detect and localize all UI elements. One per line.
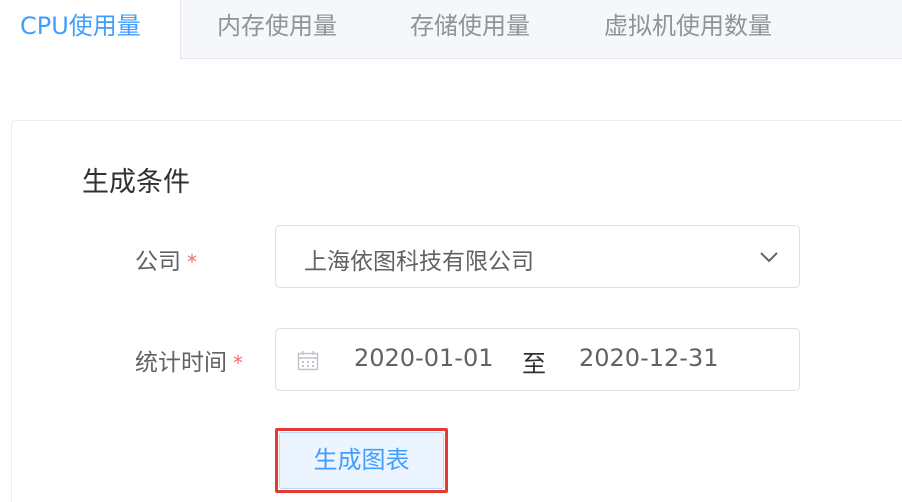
company-select[interactable]: 上海依图科技有限公司	[275, 225, 800, 288]
tab-memory-usage[interactable]: 内存使用量	[217, 0, 337, 59]
tab-cpu-usage[interactable]: CPU使用量	[0, 0, 181, 60]
generate-chart-button[interactable]: 生成图表	[279, 432, 444, 489]
required-mark: *	[233, 351, 243, 375]
company-label: 公司 *	[135, 242, 197, 276]
company-select-value: 上海依图科技有限公司	[304, 249, 534, 275]
calendar-icon	[297, 351, 319, 371]
company-label-text: 公司	[135, 249, 181, 275]
chevron-down-icon	[760, 252, 778, 263]
date-range-picker[interactable]: 2020-01-01 至 2020-12-31	[275, 328, 800, 391]
start-date-input[interactable]: 2020-01-01	[354, 344, 493, 372]
date-range-label-text: 统计时间	[135, 350, 227, 376]
tab-storage-usage[interactable]: 存储使用量	[410, 0, 530, 59]
end-date-input[interactable]: 2020-12-31	[579, 344, 718, 372]
tab-vm-count[interactable]: 虚拟机使用数量	[604, 0, 772, 59]
required-mark: *	[187, 250, 197, 274]
section-title: 生成条件	[82, 167, 190, 198]
date-range-separator: 至	[522, 350, 546, 378]
tab-bar: CPU使用量 内存使用量 存储使用量 虚拟机使用数量	[0, 0, 902, 60]
date-range-label: 统计时间 *	[135, 343, 243, 377]
